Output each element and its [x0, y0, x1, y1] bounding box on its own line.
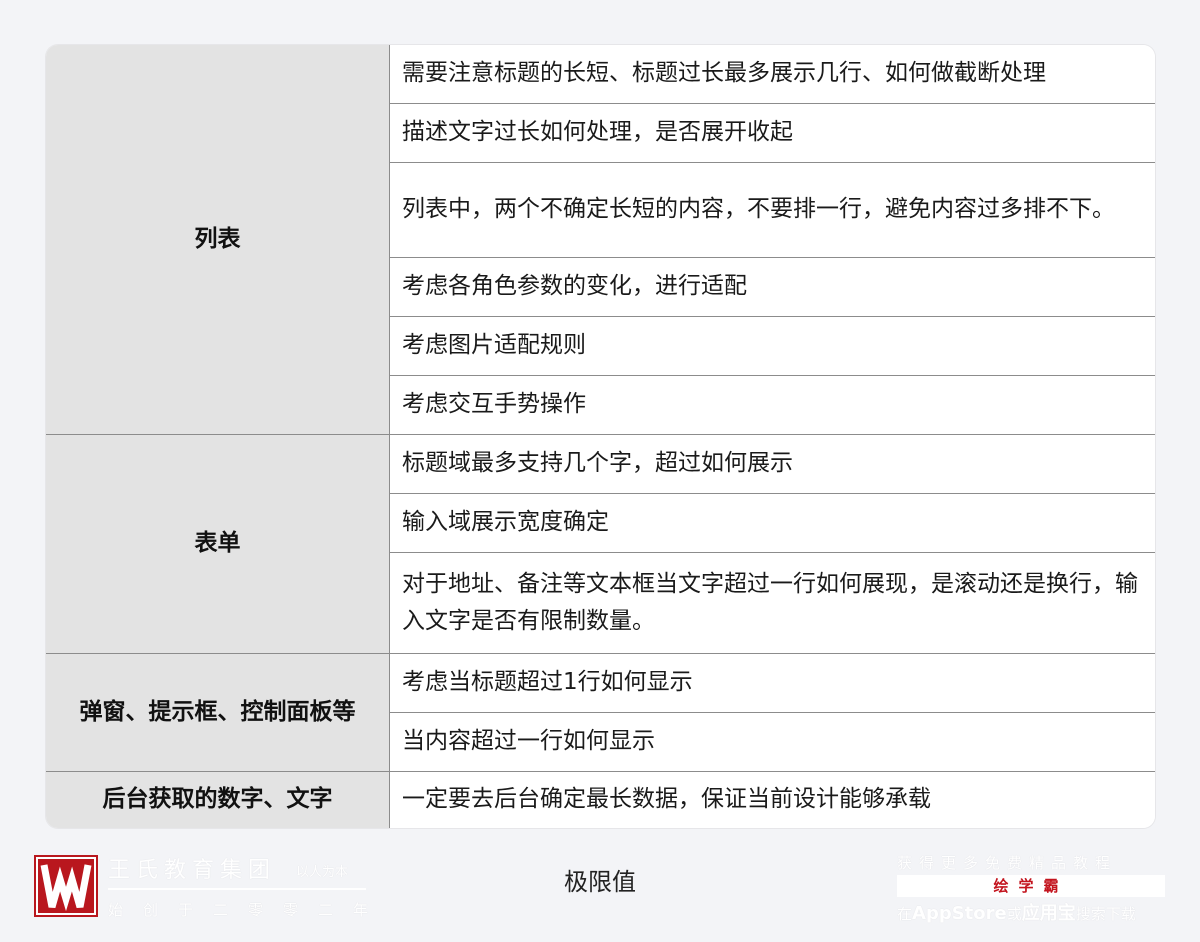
category-dialog: 弹窗、提示框、控制面板等 [46, 652, 390, 772]
table-cell: 考虑图片适配规则 [389, 315, 1155, 376]
table-cell: 需要注意标题的长短、标题过长最多展示几行、如何做截断处理 [389, 45, 1155, 104]
page-caption: 极限值 [564, 868, 636, 896]
promo-suffix: 搜索下载 [1075, 905, 1136, 923]
brand-name: 王氏教育集团 [108, 858, 277, 883]
spec-table-card: 列表 需要注意标题的长短、标题过长最多展示几行、如何做截断处理 描述文字过长如何… [46, 45, 1155, 828]
promo-appstore: AppStore [912, 903, 1007, 924]
table-row: 弹窗、提示框、控制面板等 考虑当标题超过1行如何显示 [46, 652, 1155, 772]
promo-yingyongbao: 应用宝 [1021, 903, 1076, 924]
table-cell: 考虑各角色参数的变化，进行适配 [389, 256, 1155, 317]
table-row: 后台获取的数字、文字 一定要去后台确定最长数据，保证当前设计能够承载 [46, 770, 1155, 828]
table-row: 表单 标题域最多支持几个字，超过如何展示 [46, 433, 1155, 654]
table-row: 列表 需要注意标题的长短、标题过长最多展示几行、如何做截断处理 [46, 45, 1155, 435]
promo-download-hint: 在AppStore或应用宝搜索下载 [897, 899, 1167, 925]
promo-prefix: 在 [897, 905, 913, 923]
table-cell: 考虑当标题超过1行如何显示 [389, 652, 1155, 713]
brand-divider [108, 888, 366, 890]
table-cell: 标题域最多支持几个字，超过如何展示 [389, 433, 1155, 494]
category-list: 列表 [46, 45, 390, 435]
table-cell: 一定要去后台确定最长数据，保证当前设计能够承载 [389, 770, 1155, 828]
table-cell: 考虑交互手势操作 [389, 374, 1155, 435]
brand-subline: 始创于二零零二年 [108, 901, 389, 919]
category-backend: 后台获取的数字、文字 [46, 770, 390, 828]
table-cell: 输入域展示宽度确定 [389, 492, 1155, 553]
table-cell: 描述文字过长如何处理，是否展开收起 [389, 102, 1155, 163]
table-cell: 当内容超过一行如何显示 [389, 711, 1155, 772]
promo-or: 或 [1006, 905, 1022, 923]
table-cell: 列表中，两个不确定长短的内容，不要排一行，避免内容过多排不下。 [389, 161, 1155, 258]
brand-slogan: 以人为本 [296, 865, 349, 880]
promo-tagline: 获得更多免费精品教程 [897, 854, 1118, 872]
spec-table: 列表 需要注意标题的长短、标题过长最多展示几行、如何做截断处理 描述文字过长如何… [46, 45, 1155, 828]
table-cell: 对于地址、备注等文本框当文字超过一行如何展现，是滚动还是换行，输入文字是否有限制… [389, 551, 1155, 654]
brand-logo-icon [34, 855, 98, 917]
category-form: 表单 [46, 433, 390, 654]
promo-app-name: 绘学霸 [897, 875, 1165, 897]
